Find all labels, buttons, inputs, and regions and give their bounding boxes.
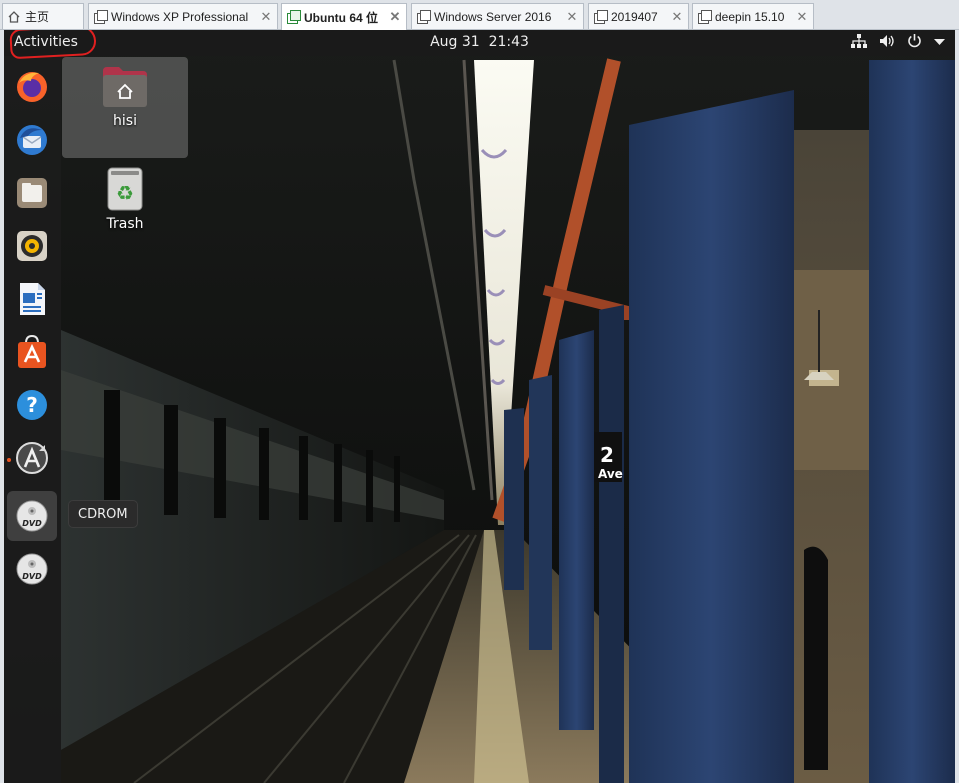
ubuntu-dock: ? DVD DVD	[4, 56, 61, 783]
updater-icon	[16, 442, 48, 474]
tab-windows-xp[interactable]: Windows XP Professional ✕	[88, 3, 278, 29]
gnome-top-bar: Activities Aug 31 21:43	[4, 30, 955, 56]
tab-label: 主页	[25, 10, 50, 24]
tab-home[interactable]: 主页	[2, 3, 84, 29]
thunderbird-icon	[17, 125, 47, 155]
dock-firefox[interactable]	[13, 68, 51, 106]
home-folder-label: hisi	[113, 113, 137, 129]
clock[interactable]: Aug 31 21:43	[4, 34, 955, 50]
vm-icon	[697, 9, 712, 24]
tab-2019407[interactable]: 2019407 ✕	[588, 3, 689, 29]
firefox-icon	[17, 72, 47, 102]
tab-windows-server[interactable]: Windows Server 2016 ✕	[411, 3, 584, 29]
ubuntu-desktop: 2 Ave Activities Aug 31 21:43 ? DVD DVD …	[4, 30, 955, 783]
clock-time: 21:43	[488, 34, 529, 50]
close-icon[interactable]: ✕	[259, 9, 273, 25]
dock-cdrom-1[interactable]: DVD	[7, 491, 57, 541]
tab-label: Ubuntu 64 位	[304, 10, 378, 25]
vm-tab-bar: 主页 Windows XP Professional ✕ Ubuntu 64 位…	[0, 0, 959, 30]
desktop-home-folder[interactable]: hisi	[62, 57, 188, 158]
dock-cdrom-2[interactable]: DVD	[13, 550, 51, 588]
dock-files[interactable]	[13, 174, 51, 212]
svg-text:DVD: DVD	[22, 572, 42, 581]
tab-ubuntu[interactable]: Ubuntu 64 位 ✕	[281, 3, 407, 30]
sign-number: 2	[600, 443, 614, 467]
vm-icon	[93, 9, 108, 24]
close-icon[interactable]: ✕	[795, 9, 809, 25]
volume-icon[interactable]	[879, 34, 895, 52]
dvd-icon: DVD	[16, 500, 48, 532]
rhythmbox-icon	[17, 231, 47, 261]
svg-text:?: ?	[26, 393, 38, 417]
software-icon	[18, 334, 46, 368]
running-indicator	[7, 458, 11, 462]
network-icon[interactable]	[851, 33, 867, 52]
clock-date: Aug 31	[430, 34, 480, 50]
vm-icon	[416, 9, 431, 24]
dropdown-arrow-icon[interactable]	[934, 35, 945, 50]
vm-icon	[593, 9, 608, 24]
power-icon[interactable]	[907, 33, 922, 52]
tab-label: 2019407	[611, 9, 658, 24]
sign-text: Ave	[598, 467, 623, 481]
dock-tooltip: CDROM	[68, 500, 138, 528]
tab-label: Windows XP Professional	[111, 9, 249, 24]
dvd-icon: DVD	[16, 553, 48, 585]
trash-label: Trash	[106, 216, 144, 232]
svg-text:♻: ♻	[116, 181, 134, 205]
vm-icon	[286, 10, 301, 24]
trash-icon: ♻	[107, 167, 143, 211]
dock-software-updater[interactable]	[13, 439, 51, 477]
dock-help[interactable]: ?	[13, 386, 51, 424]
svg-text:DVD: DVD	[22, 519, 42, 528]
system-tray[interactable]	[851, 33, 945, 52]
dock-thunderbird[interactable]	[13, 121, 51, 159]
desktop-trash[interactable]: ♻ Trash	[62, 166, 188, 232]
close-icon[interactable]: ✕	[565, 9, 579, 25]
close-icon[interactable]: ✕	[670, 9, 684, 25]
dock-rhythmbox[interactable]	[13, 227, 51, 265]
tab-deepin[interactable]: deepin 15.10 ✕	[692, 3, 814, 29]
tab-label: deepin 15.10	[715, 9, 785, 24]
home-folder-icon	[103, 67, 147, 107]
red-annotation-circle	[9, 30, 97, 60]
dock-writer[interactable]	[13, 280, 51, 318]
dock-ubuntu-software[interactable]	[13, 333, 51, 371]
close-icon[interactable]: ✕	[388, 9, 402, 25]
tab-label: Windows Server 2016	[434, 9, 552, 24]
help-icon: ?	[17, 390, 47, 420]
home-icon	[7, 10, 21, 24]
writer-icon	[20, 283, 45, 315]
files-icon	[17, 178, 47, 208]
